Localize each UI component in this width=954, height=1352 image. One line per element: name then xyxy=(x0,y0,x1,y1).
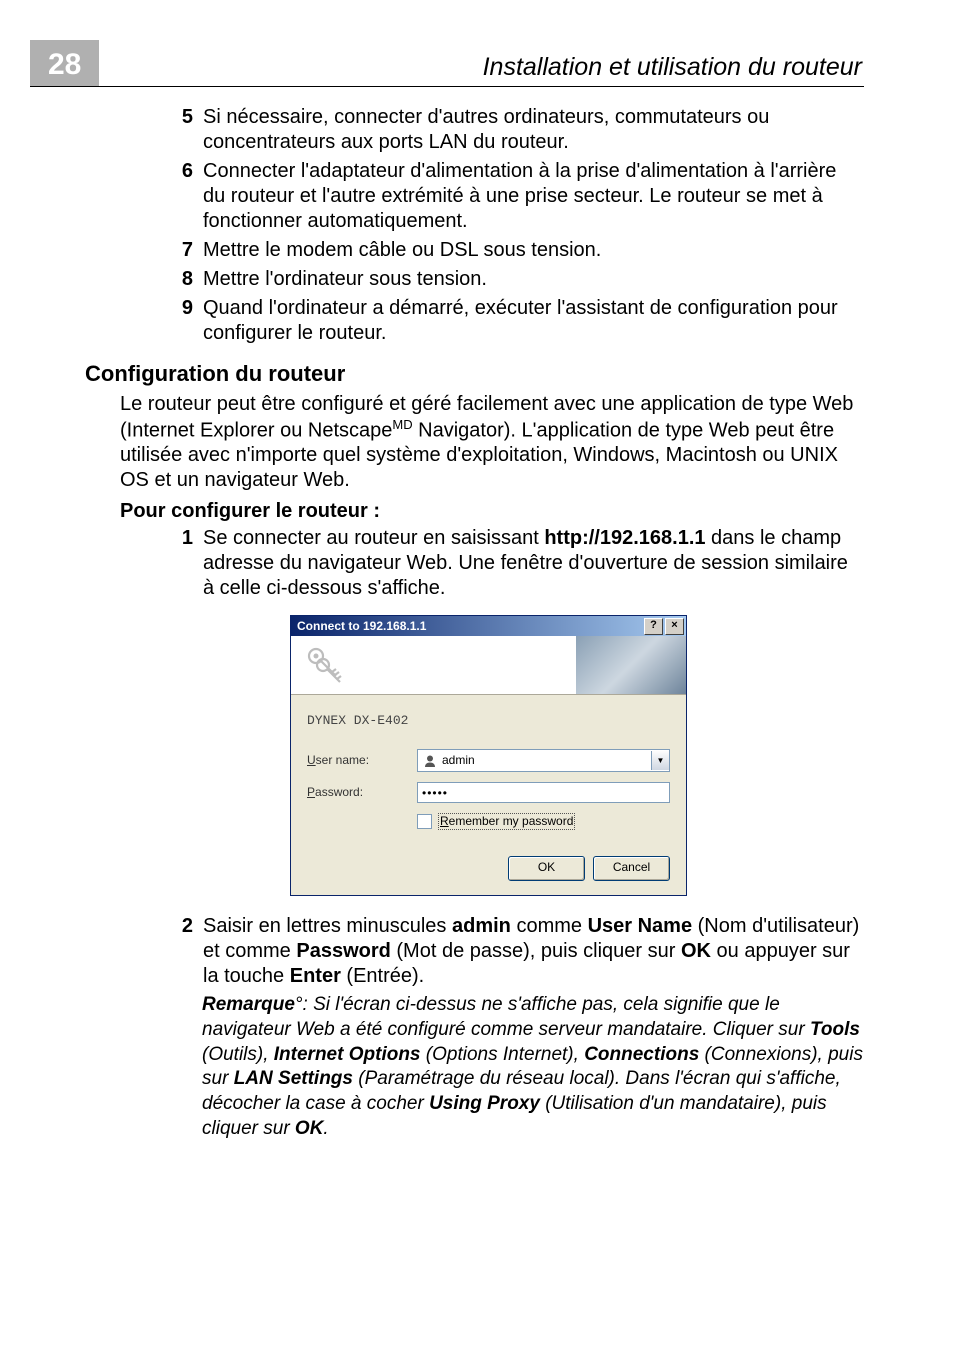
bold: admin xyxy=(452,915,511,937)
login-dialog: Connect to 192.168.1.1 ? × xyxy=(290,615,687,896)
bold: OK xyxy=(681,940,711,962)
step-number: 6 xyxy=(165,159,203,234)
bold: OK xyxy=(295,1118,324,1139)
intro-paragraph: Le routeur peut être configuré et géré f… xyxy=(120,392,864,494)
page-header: 28 Installation et utilisation du routeu… xyxy=(30,40,864,87)
step-number: 7 xyxy=(165,238,203,263)
page-number-tab: 28 xyxy=(30,40,99,86)
bold: User Name xyxy=(588,915,693,937)
bold: Using Proxy xyxy=(429,1093,540,1114)
step-1: 1 Se connecter au routeur en saisissant … xyxy=(165,526,864,601)
step-text: Quand l'ordinateur a démarré, exécuter l… xyxy=(203,296,864,346)
step-7: 7 Mettre le modem câble ou DSL sous tens… xyxy=(165,238,864,263)
step-9: 9 Quand l'ordinateur a démarré, exécuter… xyxy=(165,296,864,346)
chevron-down-icon[interactable]: ▼ xyxy=(651,751,669,770)
bold: Enter xyxy=(290,965,341,987)
remark-note: Remarque°: Si l'écran ci-dessus ne s'aff… xyxy=(202,993,864,1141)
step-2: 2 Saisir en lettres minuscules admin com… xyxy=(165,914,864,989)
degree: ° xyxy=(295,994,303,1015)
step-number: 8 xyxy=(165,267,203,292)
bold: Password xyxy=(296,940,390,962)
bold: Tools xyxy=(810,1019,860,1040)
dialog-titlebar: Connect to 192.168.1.1 ? × xyxy=(291,616,686,636)
cancel-button[interactable]: Cancel xyxy=(593,856,670,881)
password-label: Password: xyxy=(307,785,417,800)
close-button[interactable]: × xyxy=(665,618,684,635)
step-text: Mettre le modem câble ou DSL sous tensio… xyxy=(203,238,864,263)
dialog-banner xyxy=(291,636,686,695)
help-button[interactable]: ? xyxy=(644,618,663,635)
username-value: admin xyxy=(442,753,651,768)
bold: Internet Options xyxy=(274,1044,421,1065)
step-text: Si nécessaire, connecter d'autres ordina… xyxy=(203,105,864,155)
url-bold: http://192.168.1.1 xyxy=(544,527,705,549)
text: (Mot de passe), puis cliquer sur xyxy=(391,940,681,962)
sub-title: Pour configurer le routeur : xyxy=(120,499,864,524)
keys-icon xyxy=(299,640,349,690)
text: Se connecter au routeur en saisissant xyxy=(203,527,544,549)
password-input[interactable] xyxy=(417,782,670,803)
step-8: 8 Mettre l'ordinateur sous tension. xyxy=(165,267,864,292)
step-text: Se connecter au routeur en saisissant ht… xyxy=(203,526,864,601)
header-title: Installation et utilisation du routeur xyxy=(99,53,864,86)
bold: Connections xyxy=(584,1044,699,1065)
text: (Outils), xyxy=(202,1044,274,1065)
realm-text: DYNEX DX-E402 xyxy=(307,713,670,729)
step-number: 9 xyxy=(165,296,203,346)
step-text: Connecter l'adaptateur d'alimentation à … xyxy=(203,159,864,234)
step-number: 2 xyxy=(165,914,203,989)
bold: LAN Settings xyxy=(234,1068,353,1089)
section-title: Configuration du routeur xyxy=(85,360,864,388)
ok-button[interactable]: OK xyxy=(508,856,585,881)
trademark-sup: MD xyxy=(392,417,412,432)
remember-label: Remember my password xyxy=(438,813,575,830)
remark-lead: Remarque xyxy=(202,994,295,1015)
username-label: User name: xyxy=(307,753,417,768)
dialog-title: Connect to 192.168.1.1 xyxy=(297,619,642,634)
remember-checkbox[interactable] xyxy=(417,814,432,829)
username-combo[interactable]: admin ▼ xyxy=(417,749,670,772)
step-text: Saisir en lettres minuscules admin comme… xyxy=(203,914,864,989)
user-icon xyxy=(422,753,438,769)
text: comme xyxy=(511,915,588,937)
step-text: Mettre l'ordinateur sous tension. xyxy=(203,267,864,292)
step-5: 5 Si nécessaire, connecter d'autres ordi… xyxy=(165,105,864,155)
text: (Options Internet), xyxy=(421,1044,585,1065)
step-number: 1 xyxy=(165,526,203,601)
text: . xyxy=(323,1118,328,1139)
step-6: 6 Connecter l'adaptateur d'alimentation … xyxy=(165,159,864,234)
step-number: 5 xyxy=(165,105,203,155)
text: (Entrée). xyxy=(341,965,424,987)
text: Saisir en lettres minuscules xyxy=(203,915,452,937)
banner-graphic xyxy=(576,636,686,694)
